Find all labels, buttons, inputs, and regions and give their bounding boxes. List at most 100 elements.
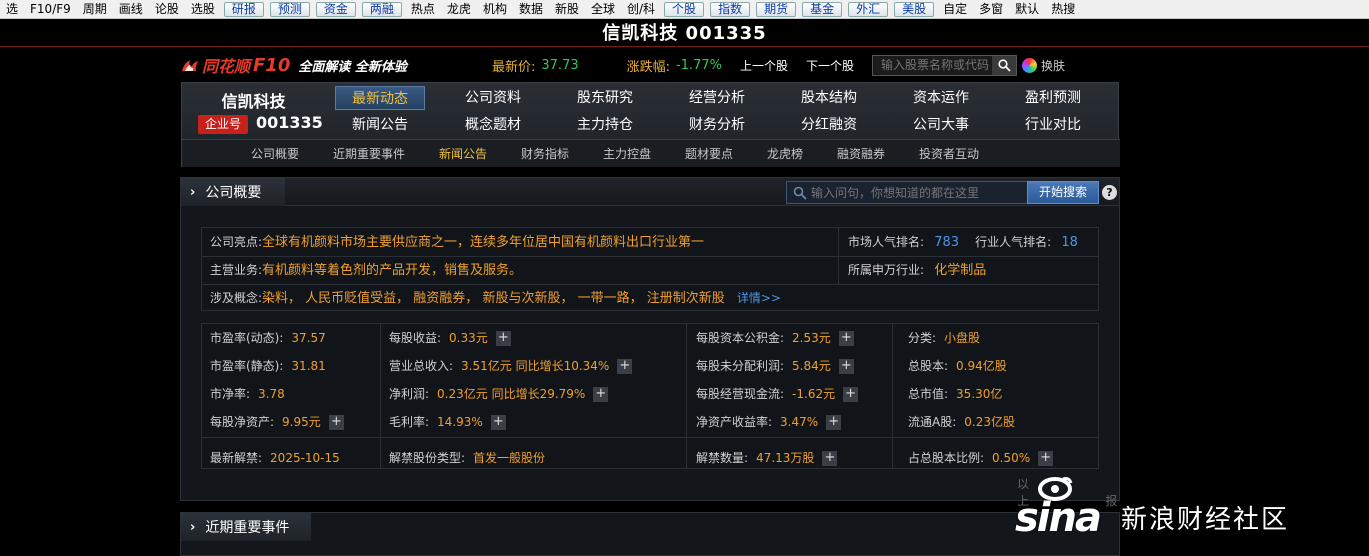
- business-row: 主营业务:有机颜料等着色剂的产品开发，销售及服务。: [210, 256, 522, 284]
- sub-tab[interactable]: 财务指标: [521, 140, 569, 168]
- stock-search-input[interactable]: [873, 55, 993, 75]
- skin-switch-label: 换肤: [1041, 58, 1066, 73]
- menu-item[interactable]: 资金: [315, 1, 356, 17]
- expand-plus-icon[interactable]: +: [822, 450, 838, 466]
- main-tab[interactable]: 分红融资: [784, 113, 874, 137]
- menu-item[interactable]: 个股: [664, 1, 705, 17]
- sub-tab[interactable]: 近期重要事件: [333, 140, 405, 168]
- sub-tab[interactable]: 新闻公告: [439, 140, 487, 168]
- menu-item[interactable]: 基金: [802, 1, 843, 17]
- start-search-button[interactable]: 开始搜索: [1027, 181, 1099, 204]
- menu-item[interactable]: 默认: [1009, 0, 1045, 19]
- main-tab[interactable]: 股东研究: [560, 86, 650, 110]
- metric-cell: 流通A股: 0.23亿股: [908, 408, 1015, 436]
- expand-plus-icon[interactable]: +: [1038, 450, 1054, 466]
- menu-item[interactable]: 选: [0, 0, 24, 19]
- sina-watermark: sina 新浪财经社区: [1015, 473, 1325, 543]
- menu-item[interactable]: 期货: [756, 1, 797, 17]
- menu-item[interactable]: 新股: [549, 0, 585, 19]
- question-search-input[interactable]: [807, 185, 1012, 200]
- main-tab[interactable]: 公司大事: [896, 113, 986, 137]
- menu-item[interactable]: 美股: [894, 1, 935, 17]
- main-tab[interactable]: 主力持仓: [560, 113, 650, 137]
- sub-tab[interactable]: 投资者互动: [919, 140, 979, 168]
- main-tab[interactable]: 财务分析: [672, 113, 762, 137]
- menu-item[interactable]: 两融: [361, 1, 402, 17]
- industry-popularity-value: 18: [1061, 235, 1078, 250]
- main-tab[interactable]: 概念题材: [448, 113, 538, 137]
- sub-tab[interactable]: 主力控盘: [603, 140, 651, 168]
- metric-value: 2025-10-15: [270, 451, 340, 465]
- menu-item[interactable]: 龙虎: [441, 0, 477, 19]
- sina-logo: sina: [1015, 495, 1102, 541]
- help-icon[interactable]: ?: [1102, 185, 1117, 200]
- metric-label: 总股本:: [908, 359, 949, 373]
- expand-plus-icon[interactable]: +: [490, 414, 506, 430]
- sub-tab[interactable]: 龙虎榜: [767, 140, 803, 168]
- concepts-more-link[interactable]: 详情>>: [737, 291, 781, 305]
- menu-item[interactable]: 研报: [223, 1, 264, 17]
- expand-plus-icon[interactable]: +: [843, 386, 859, 402]
- highlight-row: 公司亮点:全球有机颜料市场主要供应商之一，连续多年位居中国有机颜料出口行业第一: [210, 228, 704, 256]
- menu-item[interactable]: 指数: [710, 1, 751, 17]
- metric-label: 占总股本比例:: [908, 451, 985, 465]
- metric-value: 35.30亿: [956, 387, 1003, 401]
- menu-item[interactable]: 论股: [149, 0, 185, 19]
- industry-label: 所属申万行业:: [848, 263, 925, 277]
- expand-plus-icon[interactable]: +: [328, 414, 344, 430]
- main-tab[interactable]: 资本运作: [896, 86, 986, 110]
- menu-item[interactable]: 选股: [185, 0, 221, 19]
- metric-cell: 市盈率(动态): 37.57: [210, 324, 326, 352]
- price-summary: 最新价: 37.73 涨跌幅: -1.77%: [492, 56, 722, 75]
- menu-item[interactable]: 多窗: [973, 0, 1009, 19]
- metric-value: 3.47%: [780, 415, 819, 429]
- metric-value: 5.84元: [792, 359, 831, 373]
- menu-item[interactable]: 周期: [77, 0, 113, 19]
- menu-item[interactable]: 热搜: [1045, 0, 1081, 19]
- company-overview-panel: › 公司概要 开始搜索 ? 公司亮点:全球有机颜料市场主要供应商之一，连续多年位…: [180, 177, 1120, 508]
- main-tab[interactable]: 股本结构: [784, 86, 874, 110]
- expand-plus-icon[interactable]: +: [593, 386, 609, 402]
- expand-plus-icon[interactable]: +: [838, 358, 854, 374]
- expand-plus-icon[interactable]: +: [617, 358, 633, 374]
- metric-value: 2.53元: [792, 331, 831, 345]
- main-tab[interactable]: 新闻公告: [335, 113, 425, 137]
- menu-item[interactable]: 创/科: [621, 0, 661, 19]
- skin-switch[interactable]: 换肤: [1022, 57, 1065, 74]
- main-tab[interactable]: 经营分析: [672, 86, 762, 110]
- menu-item[interactable]: 外汇: [848, 1, 889, 17]
- stock-identity: 信凯科技 企业号 001335: [182, 83, 325, 139]
- expand-plus-icon[interactable]: +: [495, 330, 511, 346]
- main-tab[interactable]: 最新动态: [335, 86, 425, 110]
- sub-tab[interactable]: 题材要点: [685, 140, 733, 168]
- expand-plus-icon[interactable]: +: [826, 414, 842, 430]
- menu-item[interactable]: 热点: [405, 0, 441, 19]
- ths-logo: 同花顺 F10 全面解读 全新体验: [180, 53, 435, 77]
- metric-label: 每股经营现金流:: [696, 387, 785, 401]
- menu-item[interactable]: 数据: [513, 0, 549, 19]
- enterprise-tag-button[interactable]: 企业号: [198, 115, 248, 134]
- metric-value: 47.13万股: [756, 451, 815, 465]
- metric-value: 14.93%: [437, 415, 483, 429]
- main-tab[interactable]: 公司资料: [448, 86, 538, 110]
- stock-search-button[interactable]: [992, 55, 1017, 75]
- menu-item[interactable]: 全球: [585, 0, 621, 19]
- menu-item[interactable]: 机构: [477, 0, 513, 19]
- menu-item[interactable]: 预测: [269, 1, 310, 17]
- main-tab[interactable]: 盈利预测: [1008, 86, 1098, 110]
- latest-price-value: 37.73: [541, 57, 579, 73]
- market-popularity-value: 783: [934, 235, 960, 250]
- menu-item[interactable]: 自定: [937, 0, 973, 19]
- sub-tab[interactable]: 公司概要: [251, 140, 299, 168]
- prev-stock-link[interactable]: 上一个股: [740, 57, 788, 74]
- menu-item[interactable]: 画线: [113, 0, 149, 19]
- concepts-label: 涉及概念:: [210, 291, 263, 305]
- metric-cell: 最新解禁: 2025-10-15: [210, 444, 340, 472]
- stock-nav-box: 信凯科技 企业号 001335 最新动态 公司资料 股东研究 经营分析 股本结构 资本运作…: [181, 82, 1120, 168]
- next-stock-link[interactable]: 下一个股: [806, 57, 854, 74]
- sub-tab[interactable]: 融资融券: [837, 140, 885, 168]
- expand-plus-icon[interactable]: +: [838, 330, 854, 346]
- menu-item[interactable]: F10/F9: [24, 0, 77, 19]
- metric-value: 首发一般股份: [473, 451, 546, 465]
- main-tab[interactable]: 行业对比: [1008, 113, 1098, 137]
